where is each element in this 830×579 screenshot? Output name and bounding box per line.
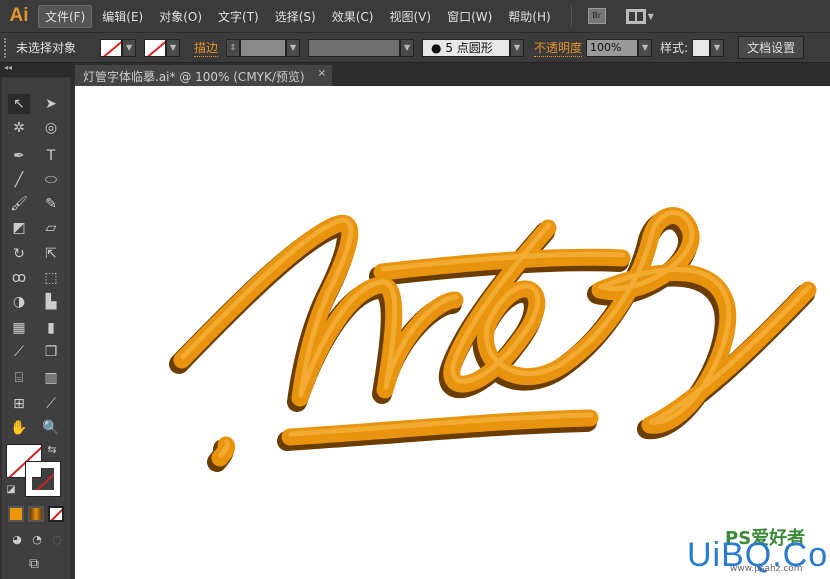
swap-colors-icon[interactable]: ⇆ <box>44 440 60 460</box>
document-tab-bar: 灯管字体临摹.ai* @ 100% (CMYK/预览) × <box>72 63 830 86</box>
slice-tool-icon[interactable]: ⟋ <box>40 394 62 414</box>
pen-tool-icon[interactable]: ✒ <box>8 146 30 166</box>
direct-selection-tool-icon[interactable]: ➤ <box>40 94 62 114</box>
blob-brush-icon[interactable]: ◩ <box>8 218 30 238</box>
neon-lettering-artwork <box>75 86 830 579</box>
toolbox-collapse[interactable]: ◂◂ <box>0 63 72 77</box>
stroke-dropdown[interactable]: ▼ <box>166 38 181 57</box>
none-mode-button[interactable] <box>48 506 64 522</box>
toolbox: ↖ ➤ ✲ ◎ ✒ T ╱ ⬭ 🖌 ✎ ◩ ▱ ↻ ⇱ ꝏ ⬚ ◑ ▙ ▦ ▮ … <box>2 78 70 579</box>
document-tab[interactable]: 灯管字体临摹.ai* @ 100% (CMYK/预览) × <box>75 65 332 86</box>
style-label: 样式: <box>660 41 689 55</box>
eyedropper-icon[interactable]: ⟋ <box>8 342 30 362</box>
stroke-swatch[interactable] <box>144 38 167 57</box>
brush-select[interactable]: ● 5 点圆形 <box>422 38 511 57</box>
brush-dropdown[interactable]: ▼ <box>510 38 525 57</box>
menu-window[interactable]: 窗口(W) <box>441 6 498 27</box>
column-graph-icon[interactable]: ▥ <box>40 368 62 388</box>
fill-dropdown[interactable]: ▼ <box>122 38 137 57</box>
warp-tool-icon[interactable]: ꝏ <box>8 268 30 288</box>
app-logo: Ai <box>9 5 29 26</box>
rotate-tool-icon[interactable]: ↻ <box>8 244 30 264</box>
type-tool-icon[interactable]: T <box>40 146 62 166</box>
shape-builder-icon[interactable]: ◑ <box>8 292 30 312</box>
opacity-label[interactable]: 不透明度 <box>534 39 583 57</box>
close-icon[interactable]: × <box>318 68 326 79</box>
lasso-icon[interactable]: ◎ <box>40 118 62 138</box>
ellipse-tool-icon[interactable]: ⬭ <box>40 170 62 190</box>
menu-help[interactable]: 帮助(H) <box>502 6 556 27</box>
draw-inside-icon[interactable]: ◌ <box>48 530 66 550</box>
line-tool-icon[interactable]: ╱ <box>8 170 30 190</box>
zoom-tool-icon[interactable]: 🔍 <box>40 418 62 438</box>
variable-width-profile[interactable] <box>308 38 401 57</box>
menu-edit[interactable]: 编辑(E) <box>96 6 149 27</box>
menu-effect[interactable]: 效果(C) <box>326 6 380 27</box>
draw-normal-icon[interactable]: ◕ <box>8 530 26 550</box>
menu-bar: Ai 文件(F) 编辑(E) 对象(O) 文字(T) 选择(S) 效果(C) 视… <box>0 0 830 33</box>
default-colors-icon[interactable]: ◪ <box>4 480 18 500</box>
artboard-tool-icon[interactable]: ⊞ <box>8 394 30 414</box>
mesh-tool-icon[interactable]: ▦ <box>8 318 30 338</box>
gradient-mode-button[interactable] <box>28 506 44 522</box>
chevron-down-icon[interactable]: ▼ <box>648 12 654 21</box>
stroke-weight-input[interactable] <box>240 38 287 57</box>
eraser-icon[interactable]: ▱ <box>40 218 62 238</box>
brush-value: 5 点圆形 <box>445 40 493 55</box>
stroke-label[interactable]: 描边 <box>194 39 219 57</box>
control-panel: 未选择对象 ▼ ▼ 描边 ⇕ ▼ ▼ ● 5 点圆形 ▼ 不透明度 100% ▼… <box>0 33 830 63</box>
stroke-weight-stepper[interactable]: ⇕ <box>226 38 241 57</box>
hand-tool-icon[interactable]: ✋ <box>8 418 30 438</box>
menu-view[interactable]: 视图(V) <box>383 6 437 27</box>
artboard-canvas[interactable]: PS爱好者 UiBQ.CoM www.psahz.com <box>75 86 830 579</box>
opacity-dropdown[interactable]: ▼ <box>638 38 653 57</box>
magic-wand-icon[interactable]: ✲ <box>8 118 30 138</box>
free-transform-icon[interactable]: ⬚ <box>40 268 62 288</box>
stroke-weight-dropdown[interactable]: ▼ <box>286 38 301 57</box>
workspace-layout-icon[interactable] <box>625 8 646 24</box>
symbol-sprayer-icon[interactable]: ⌸ <box>8 368 30 388</box>
screen-mode-icon[interactable]: ⧉ <box>22 554 46 574</box>
document-settings-button[interactable]: 文档设置 <box>738 36 805 59</box>
draw-behind-icon[interactable]: ◔ <box>28 530 46 550</box>
gradient-tool-icon[interactable]: ▮ <box>40 318 62 338</box>
stroke-color-swatch[interactable] <box>25 461 61 497</box>
menu-type[interactable]: 文字(T) <box>212 6 265 27</box>
selection-tool-icon[interactable]: ↖ <box>8 94 30 114</box>
scale-tool-icon[interactable]: ⇱ <box>40 244 62 264</box>
menu-select[interactable]: 选择(S) <box>269 6 322 27</box>
pencil-icon[interactable]: ✎ <box>40 194 62 214</box>
bridge-button[interactable]: Br <box>587 8 606 24</box>
fill-swatch[interactable] <box>100 38 123 57</box>
divider <box>570 5 572 27</box>
blend-tool-icon[interactable]: ❐ <box>40 342 62 362</box>
style-dropdown[interactable]: ▼ <box>710 38 725 57</box>
panel-grip[interactable] <box>4 37 8 58</box>
perspective-grid-icon[interactable]: ▙ <box>40 292 62 312</box>
color-mode-button[interactable] <box>8 506 24 522</box>
opacity-input[interactable]: 100% <box>586 38 639 57</box>
profile-dropdown[interactable]: ▼ <box>400 38 415 57</box>
watermark-url: www.psahz.com <box>730 564 803 574</box>
paintbrush-icon[interactable]: 🖌 <box>8 194 30 214</box>
style-swatch[interactable] <box>692 38 711 57</box>
menu-file[interactable]: 文件(F) <box>38 4 93 28</box>
document-tab-title: 灯管字体临摹.ai* @ 100% (CMYK/预览) <box>83 70 305 84</box>
menu-object[interactable]: 对象(O) <box>153 6 208 27</box>
selection-status: 未选择对象 <box>16 41 77 55</box>
